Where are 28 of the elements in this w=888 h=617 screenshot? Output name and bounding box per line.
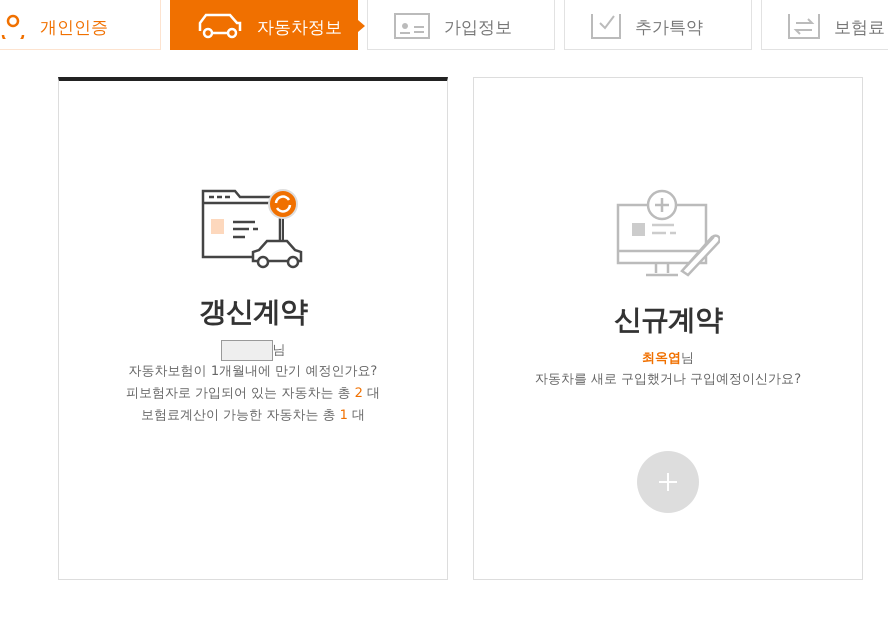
step-label: 보험료 <box>834 17 885 39</box>
step-tab[interactable]: 가입정보 <box>367 0 555 50</box>
info-text: 피보험자로 가입되어 있는 자동차는 총 2 대 <box>126 385 380 403</box>
plus-icon <box>657 471 679 493</box>
option-title: 신규계약 <box>614 302 722 338</box>
honorific-text: 님 <box>272 342 286 359</box>
checkbox-icon <box>591 13 621 39</box>
step-tab[interactable]: 자동차정보 <box>170 0 358 50</box>
step-tab[interactable]: 추가특약 <box>564 0 752 50</box>
car-icon <box>197 13 243 39</box>
step-label: 가입정보 <box>444 17 512 39</box>
document-car-refresh-icon <box>201 189 305 271</box>
info-text: 보험료계산이 가능한 자동차는 총 1 대 <box>141 407 365 425</box>
swap-arrows-icon <box>788 13 820 39</box>
info-text: 자동차를 새로 구입했거나 구입예정이신가요? <box>534 371 802 389</box>
step-tab[interactable]: 보험료 <box>761 0 888 50</box>
step-label: 추가특약 <box>635 17 703 39</box>
customer-name: 최옥엽 님 <box>642 350 694 367</box>
step-tab[interactable]: 개인인증 <box>0 0 161 50</box>
step-label: 자동차정보 <box>257 17 342 39</box>
id-card-icon <box>394 13 430 39</box>
step-label: 개인인증 <box>40 17 108 39</box>
monitor-pen-icon <box>616 189 720 279</box>
option-title: 갱신계약 <box>199 294 307 330</box>
contract-option-card[interactable]: 신규계약 최옥엽 님 자동차를 새로 구입했거나 구입예정이신가요? <box>473 77 863 580</box>
person-icon <box>0 13 26 39</box>
info-text: 자동차보험이 1개월내에 만기 예정인가요? <box>128 363 378 381</box>
contract-option-card[interactable]: 갱신계약 님 자동차보험이 1개월내에 만기 예정인가요? 피보험자로 가입되어 있는 자동차는 총 2 대 보험료계산이 가능한 자동차는 총 1 대 <box>58 77 448 580</box>
